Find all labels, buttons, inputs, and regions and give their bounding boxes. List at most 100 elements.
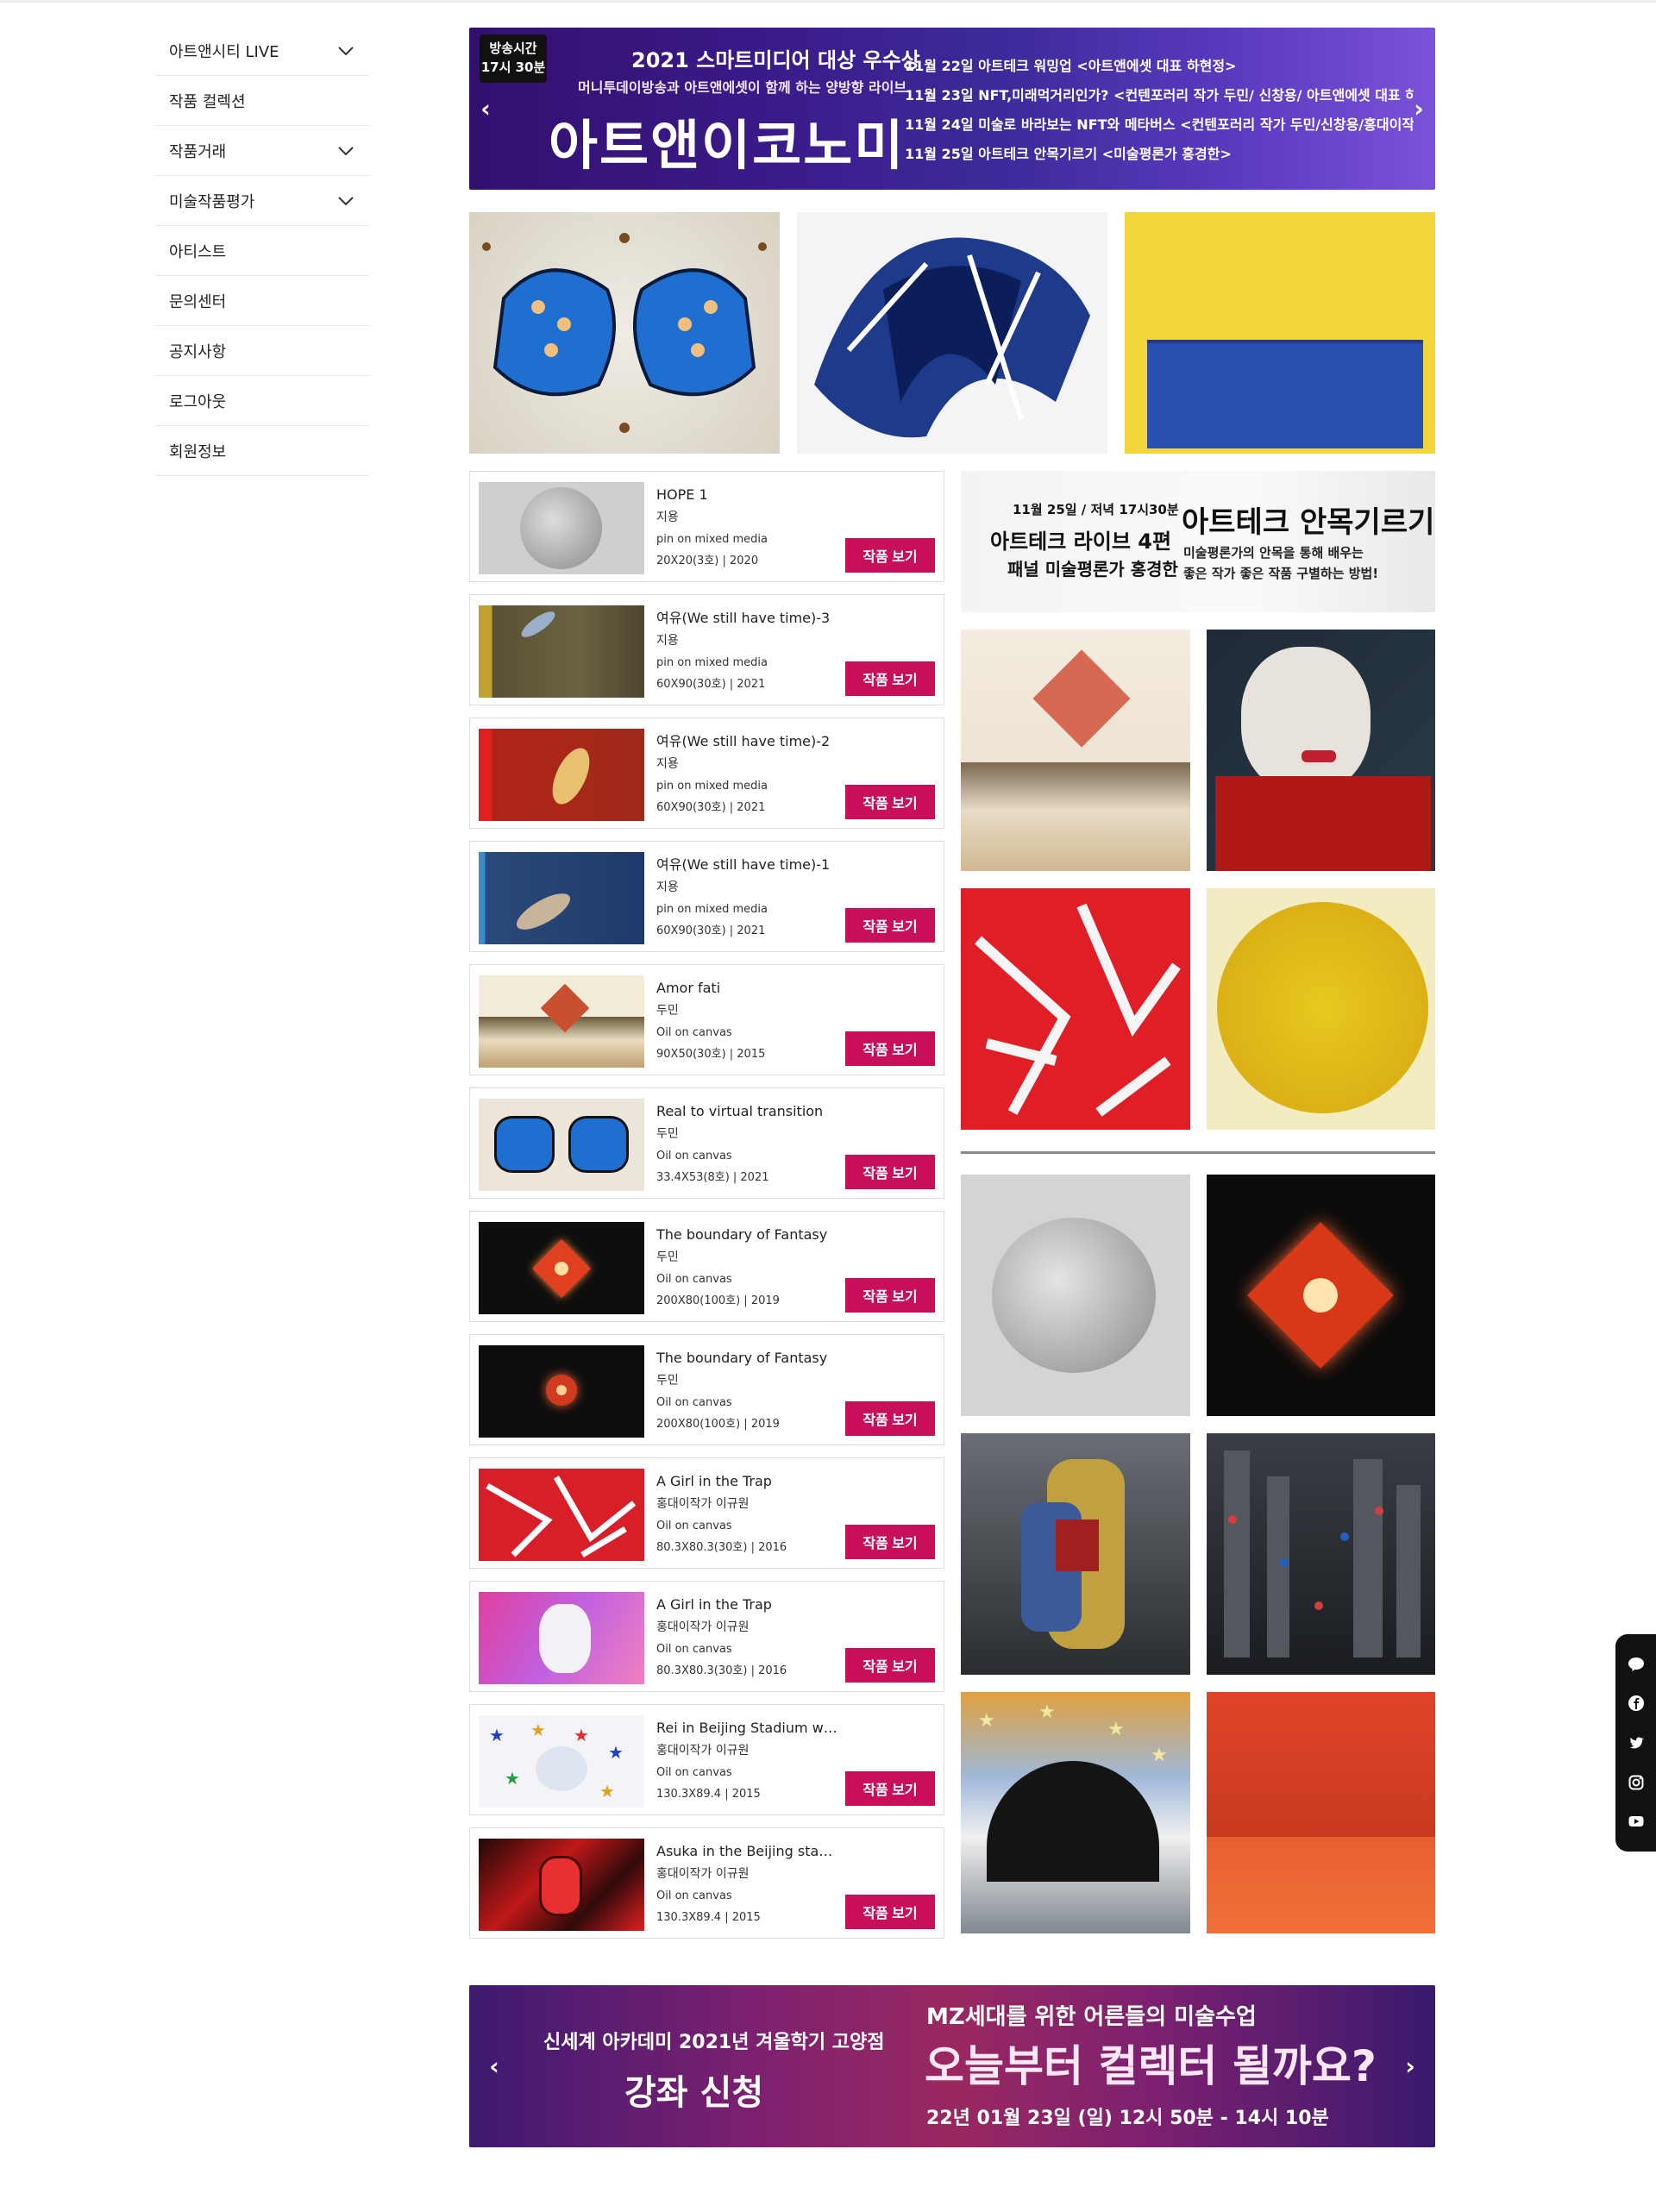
featured-artwork-blue-abstract[interactable] xyxy=(797,212,1107,454)
artwork-size-year: 60X90(30호) | 2021 xyxy=(656,678,766,691)
promo-banner-art-tech-live[interactable]: 11월 25일 / 저녁 17시30분 아트테크 라이브 4편 패널 미술평론가… xyxy=(961,471,1435,612)
artwork-thumbnail[interactable] xyxy=(479,482,644,574)
list-item[interactable]: HOPE 1 지용 pin on mixed media 20X20(3호) | 20… xyxy=(469,471,944,582)
youtube-icon[interactable] xyxy=(1627,1812,1646,1831)
sidebar-item-live[interactable]: 아트앤시티 LIVE xyxy=(155,26,369,76)
banner-subtitle: 머니투데이방송과 아트앤에셋이 함께 하는 양방향 라이브 xyxy=(578,79,907,96)
artwork-thumbnail[interactable] xyxy=(479,852,644,944)
gallery-artwork[interactable] xyxy=(961,1175,1190,1416)
artwork-thumbnail[interactable] xyxy=(479,729,644,821)
sidebar-item-notice[interactable]: 공지사항 xyxy=(155,326,369,376)
sidebar-item-trade[interactable]: 작품거래 xyxy=(155,126,369,176)
banner-prev-button[interactable]: ‹ xyxy=(473,95,499,123)
view-artwork-button[interactable]: 작품 보기 xyxy=(845,1401,935,1436)
instagram-icon[interactable] xyxy=(1627,1773,1646,1792)
sidebar-item-inquiry[interactable]: 문의센터 xyxy=(155,276,369,326)
view-artwork-button[interactable]: 작품 보기 xyxy=(845,1525,935,1559)
banner-next-button[interactable]: › xyxy=(1397,2052,1423,2081)
featured-artwork-yellow-blue[interactable] xyxy=(1125,212,1435,454)
gallery-artwork[interactable] xyxy=(1207,1692,1435,1933)
list-item[interactable]: The boundary of Fantasy 두민 Oil on canvas 20… xyxy=(469,1211,944,1322)
gallery-artwork[interactable] xyxy=(961,630,1190,871)
artwork-thumbnail[interactable]: ★ ★ ★ ★ ★ ★ xyxy=(479,1715,644,1808)
sidebar-item-label: 미술작품평가 xyxy=(169,192,255,211)
artwork-medium: pin on mixed media xyxy=(656,780,768,793)
facebook-icon[interactable] xyxy=(1627,1694,1646,1713)
sidebar-item-appraisal[interactable]: 미술작품평가 xyxy=(155,176,369,226)
artwork-thumbnail[interactable] xyxy=(479,1099,644,1191)
artwork-title: 여유(We still have time)-2 xyxy=(656,733,831,749)
artwork-thumbnail[interactable] xyxy=(479,975,644,1068)
gallery-artwork[interactable] xyxy=(1207,630,1435,871)
svg-text:★: ★ xyxy=(1151,1745,1168,1766)
view-artwork-button[interactable]: 작품 보기 xyxy=(845,908,935,943)
list-item[interactable]: 여유(We still have time)-3 지용 pin on mixed m… xyxy=(469,594,944,705)
banner-award: 2021 스마트미디어 대상 우수상 xyxy=(631,48,920,72)
sidebar-item-artists[interactable]: 아티스트 xyxy=(155,226,369,276)
list-item[interactable]: A Girl in the Trap 홍대이작가 이규원 Oil on canvas… xyxy=(469,1457,944,1569)
view-artwork-button[interactable]: 작품 보기 xyxy=(845,1895,935,1929)
gallery-artwork[interactable] xyxy=(1207,1175,1435,1416)
view-artwork-button[interactable]: 작품 보기 xyxy=(845,1155,935,1189)
artwork-thumbnail[interactable] xyxy=(479,1222,644,1314)
promo-line1: 아트테크 라이브 4편 xyxy=(990,530,1172,554)
list-item[interactable]: Real to virtual transition 두민 Oil on canva… xyxy=(469,1087,944,1199)
artwork-size-year: 20X20(3호) | 2020 xyxy=(656,555,759,567)
svg-text:★: ★ xyxy=(505,1768,520,1789)
sidebar-item-collection[interactable]: 작품 컬렉션 xyxy=(155,76,369,126)
talk-icon[interactable] xyxy=(1627,1655,1646,1674)
view-artwork-button[interactable]: 작품 보기 xyxy=(845,538,935,573)
sidebar-item-label: 로그아웃 xyxy=(169,392,227,411)
gallery-artwork[interactable] xyxy=(961,888,1190,1130)
artwork-artist: 지용 xyxy=(656,880,679,894)
artwork-size-year: 130.3X89.4 | 2015 xyxy=(656,1788,761,1801)
broadcast-time-badge: 방송시간 17시 30분 xyxy=(480,34,547,83)
promo-desc1: 미술평론가의 안목을 통해 배우는 xyxy=(1183,545,1364,561)
sidebar-item-label: 회원정보 xyxy=(169,442,227,461)
sidebar-item-logout[interactable]: 로그아웃 xyxy=(155,376,369,426)
bottom-banner-carousel[interactable]: ‹ › 신세계 아카데미 2021년 겨울학기 고양점 강좌 신청 MZ세대를 … xyxy=(469,1985,1435,2147)
list-item[interactable]: Asuka in the Beijing stadi… 홍대이작가 이규원 Oil … xyxy=(469,1827,944,1939)
sidebar-item-label: 아티스트 xyxy=(169,242,227,261)
list-item[interactable]: The boundary of Fantasy 두민 Oil on canvas 20… xyxy=(469,1334,944,1445)
gallery-artwork[interactable] xyxy=(1207,1433,1435,1675)
artwork-thumbnail[interactable] xyxy=(479,1592,644,1684)
artwork-thumbnail[interactable] xyxy=(479,1345,644,1438)
promo-date: 11월 25일 / 저녁 17시30분 xyxy=(1013,502,1179,517)
list-item[interactable]: Amor fati 두민 Oil on canvas 90X50(30호) | 201… xyxy=(469,964,944,1075)
bottom-banner-right-line3: 22년 01월 23일 (일) 12시 50분 - 14시 10분 xyxy=(926,2108,1329,2129)
artwork-list: HOPE 1 지용 pin on mixed media 20X20(3호) | 20… xyxy=(469,471,944,1951)
artwork-medium: Oil on canvas xyxy=(656,1520,732,1532)
promo-desc2: 좋은 작가 좋은 작품 구별하는 방법! xyxy=(1183,566,1379,581)
view-artwork-button[interactable]: 작품 보기 xyxy=(845,1031,935,1066)
artwork-size-year: 80.3X80.3(30호) | 2016 xyxy=(656,1664,787,1677)
sidebar-item-member[interactable]: 회원정보 xyxy=(155,426,369,476)
list-item[interactable]: 여유(We still have time)-2 지용 pin on mixed m… xyxy=(469,717,944,829)
gallery-artwork[interactable] xyxy=(1207,888,1435,1130)
view-artwork-button[interactable]: 작품 보기 xyxy=(845,661,935,696)
artwork-title: The boundary of Fantasy xyxy=(656,1350,828,1366)
view-artwork-button[interactable]: 작품 보기 xyxy=(845,1771,935,1806)
artwork-title: 여유(We still have time)-3 xyxy=(656,610,831,626)
twitter-icon[interactable] xyxy=(1627,1733,1646,1752)
list-item[interactable]: A Girl in the Trap 홍대이작가 이규원 Oil on canvas… xyxy=(469,1581,944,1692)
featured-artwork-kaleidoscope[interactable] xyxy=(469,212,780,454)
view-artwork-button[interactable]: 작품 보기 xyxy=(845,785,935,819)
artwork-medium: pin on mixed media xyxy=(656,656,768,669)
artwork-thumbnail[interactable] xyxy=(479,1839,644,1931)
promo-line2: 패널 미술평론가 홍경한 xyxy=(1007,559,1178,580)
top-banner-carousel[interactable]: 방송시간 17시 30분 ‹ › 2021 스마트미디어 대상 우수상 머니투데이… xyxy=(469,28,1435,190)
artwork-thumbnail[interactable] xyxy=(479,605,644,698)
artwork-medium: Oil on canvas xyxy=(656,1026,732,1039)
gallery-artwork[interactable]: ★ ★ ★ ★ xyxy=(961,1692,1190,1933)
list-item[interactable]: 여유(We still have time)-1 지용 pin on mixed m… xyxy=(469,841,944,952)
view-artwork-button[interactable]: 작품 보기 xyxy=(845,1278,935,1313)
artwork-medium: Oil on canvas xyxy=(656,1273,732,1286)
bottom-banner-left-line1: 신세계 아카데미 2021년 겨울학기 고양점 xyxy=(543,2032,885,2053)
list-item[interactable]: ★ ★ ★ ★ ★ ★ Rei in Beijing Stadium wit… 홍대이작가 … xyxy=(469,1704,944,1815)
chevron-down-icon xyxy=(338,196,354,205)
view-artwork-button[interactable]: 작품 보기 xyxy=(845,1648,935,1682)
banner-prev-button[interactable]: ‹ xyxy=(481,2052,507,2081)
gallery-artwork[interactable] xyxy=(961,1433,1190,1675)
artwork-thumbnail[interactable] xyxy=(479,1469,644,1561)
